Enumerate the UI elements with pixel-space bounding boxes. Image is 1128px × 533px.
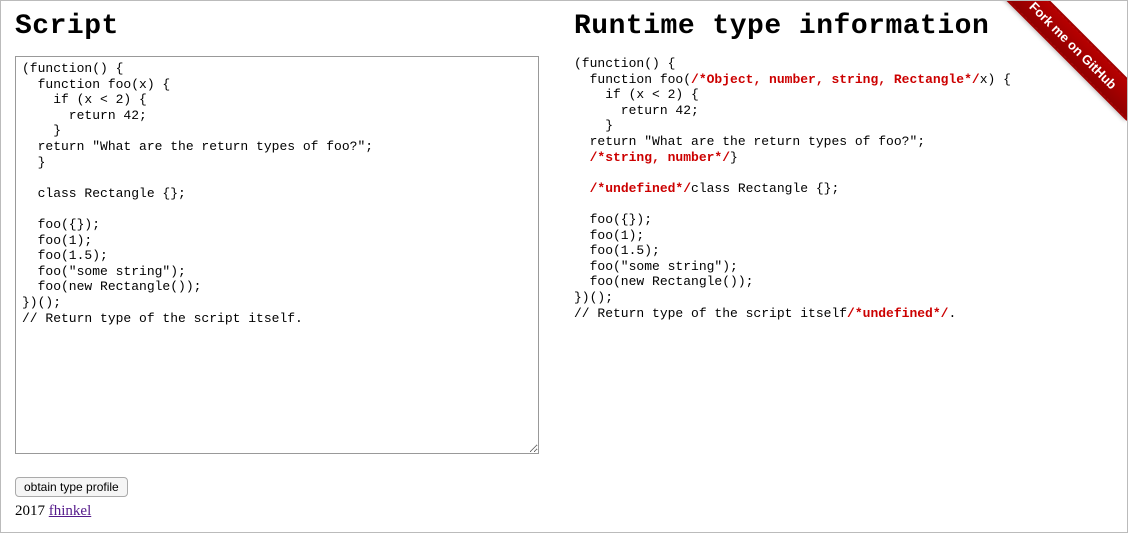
- script-column: Script: [15, 11, 554, 459]
- footer-author-link[interactable]: fhinkel: [49, 503, 92, 519]
- type-annotation: /*Object, number, string, Rectangle*/: [691, 72, 980, 87]
- code-text: class Rectangle {}; foo({}); foo(1); foo…: [574, 181, 847, 321]
- fork-me-on-github-link[interactable]: Fork me on GitHub: [999, 1, 1127, 119]
- footer: 2017 fhinkel: [1, 503, 1127, 520]
- footer-year: 2017: [15, 503, 45, 519]
- github-ribbon-container: Fork me on GitHub: [987, 1, 1127, 141]
- code-text: (function() { function foo(: [574, 56, 691, 87]
- obtain-type-profile-button[interactable]: obtain type profile: [15, 477, 128, 497]
- type-annotation: /*undefined*/: [847, 306, 948, 321]
- code-text: .: [948, 306, 956, 321]
- script-input[interactable]: [15, 56, 539, 454]
- script-heading: Script: [15, 11, 554, 42]
- type-annotation: /*undefined*/: [590, 181, 691, 196]
- type-annotation: /*string, number*/: [590, 150, 730, 165]
